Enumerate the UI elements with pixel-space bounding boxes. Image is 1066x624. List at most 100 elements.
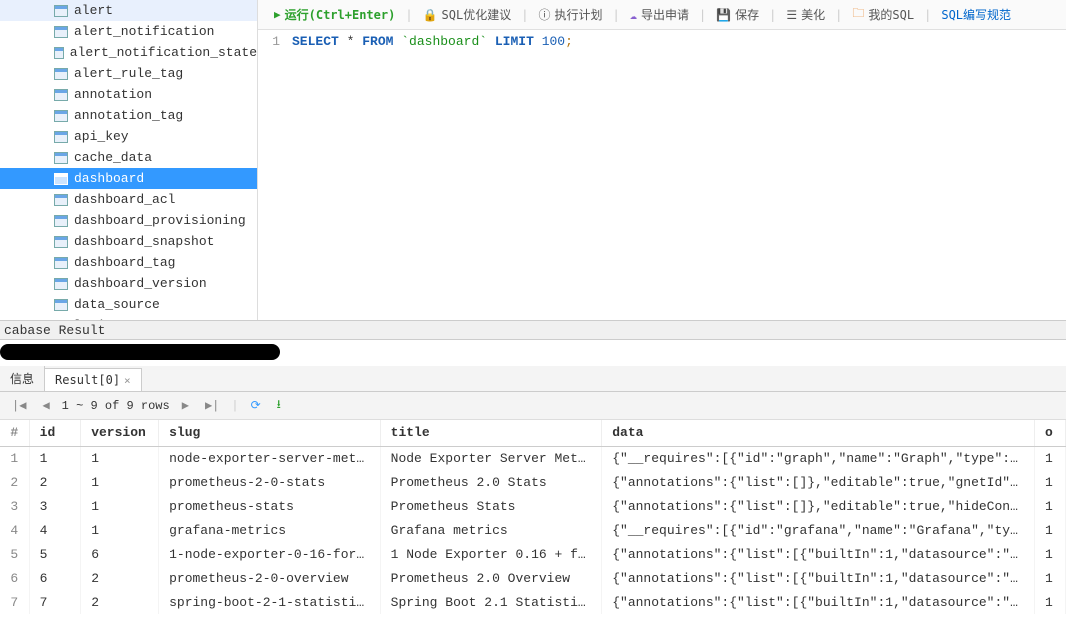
table-row[interactable]: 111node-exporter-server-metricsNode Expo… bbox=[0, 446, 1066, 470]
column-header-title[interactable]: title bbox=[380, 420, 602, 446]
table-row[interactable]: 331prometheus-statsPrometheus Stats{"ann… bbox=[0, 494, 1066, 518]
cell[interactable]: {"annotations":{"list":[{"builtIn":1,"da… bbox=[602, 566, 1035, 590]
cell[interactable]: 2 bbox=[81, 590, 159, 614]
beautify-button[interactable]: ☰ 美化 bbox=[778, 3, 833, 26]
tab-info[interactable]: 信息 bbox=[0, 365, 45, 391]
table-item-dashboard_snapshot[interactable]: dashboard_snapshot bbox=[0, 231, 257, 252]
cell[interactable]: {"annotations":{"list":[{"builtIn":1,"da… bbox=[602, 542, 1035, 566]
table-row[interactable]: 662prometheus-2-0-overviewPrometheus 2.0… bbox=[0, 566, 1066, 590]
cell[interactable]: 1 Node Exporter 0.16 + for P… bbox=[380, 542, 602, 566]
cell[interactable]: 7 bbox=[29, 590, 81, 614]
column-header-slug[interactable]: slug bbox=[159, 420, 381, 446]
table-item-alert_notification_state[interactable]: alert_notification_state bbox=[0, 42, 257, 63]
table-item-alert[interactable]: alert bbox=[0, 0, 257, 21]
cell[interactable]: 3 bbox=[0, 494, 29, 518]
cell[interactable]: 1 bbox=[1035, 518, 1066, 542]
cell[interactable]: 2 bbox=[81, 566, 159, 590]
cell[interactable]: 6 bbox=[81, 542, 159, 566]
my-sql-button[interactable]: 🗀 我的SQL bbox=[844, 1, 922, 28]
cell[interactable]: 7 bbox=[0, 590, 29, 614]
cell[interactable]: 1 bbox=[81, 470, 159, 494]
cell[interactable]: 5 bbox=[0, 542, 29, 566]
sql-suggestion-button[interactable]: 🔒 SQL优化建议 bbox=[415, 3, 520, 26]
cell[interactable]: 1 bbox=[1035, 590, 1066, 614]
cell[interactable]: 1 bbox=[29, 446, 81, 470]
table-item-annotation[interactable]: annotation bbox=[0, 84, 257, 105]
table-tree[interactable]: alertalert_notificationalert_notificatio… bbox=[0, 0, 258, 320]
cell[interactable]: 2 bbox=[0, 470, 29, 494]
pager-last-button[interactable]: ▶| bbox=[201, 398, 223, 413]
table-item-annotation_tag[interactable]: annotation_tag bbox=[0, 105, 257, 126]
cell[interactable]: Grafana metrics bbox=[380, 518, 602, 542]
export-apply-button[interactable]: ☁ 导出申请 bbox=[622, 3, 697, 26]
cell[interactable]: 5 bbox=[29, 542, 81, 566]
cell[interactable]: {"annotations":{"list":[]},"editable":tr… bbox=[602, 494, 1035, 518]
cell[interactable]: {"__requires":[{"id":"grafana","name":"G… bbox=[602, 518, 1035, 542]
column-header-o[interactable]: o bbox=[1035, 420, 1066, 446]
cell[interactable]: Node Exporter Server Metrics bbox=[380, 446, 602, 470]
cell[interactable]: {"annotations":{"list":[]},"editable":tr… bbox=[602, 470, 1035, 494]
cell[interactable]: 1 bbox=[1035, 446, 1066, 470]
cell[interactable]: {"__requires":[{"id":"graph","name":"Gra… bbox=[602, 446, 1035, 470]
separator: | bbox=[610, 8, 621, 22]
table-item-data_source[interactable]: data_source bbox=[0, 294, 257, 315]
table-item-alert_rule_tag[interactable]: alert_rule_tag bbox=[0, 63, 257, 84]
cell[interactable]: Prometheus 2.0 Overview bbox=[380, 566, 602, 590]
table-item-dashboard[interactable]: dashboard bbox=[0, 168, 257, 189]
column-header-id[interactable]: id bbox=[29, 420, 81, 446]
table-item-alert_notification[interactable]: alert_notification bbox=[0, 21, 257, 42]
table-row[interactable]: 221prometheus-2-0-statsPrometheus 2.0 St… bbox=[0, 470, 1066, 494]
cell[interactable]: 1-node-exporter-0-16-for-pro… bbox=[159, 542, 381, 566]
table-row[interactable]: 5561-node-exporter-0-16-for-pro…1 Node E… bbox=[0, 542, 1066, 566]
column-header-version[interactable]: version bbox=[81, 420, 159, 446]
cell[interactable]: 1 bbox=[81, 518, 159, 542]
column-header-rownum[interactable]: # bbox=[0, 420, 29, 446]
download-button[interactable]: ⭳ bbox=[273, 395, 285, 416]
cell[interactable]: {"annotations":{"list":[{"builtIn":1,"da… bbox=[602, 590, 1035, 614]
cell[interactable]: prometheus-stats bbox=[159, 494, 381, 518]
cell[interactable]: 3 bbox=[29, 494, 81, 518]
save-button[interactable]: 💾 保存 bbox=[708, 3, 767, 26]
tab-result[interactable]: Result[0] × bbox=[44, 368, 142, 391]
exec-plan-button[interactable]: ⓘ 执行计划 bbox=[530, 3, 610, 26]
table-item-cache_data[interactable]: cache_data bbox=[0, 147, 257, 168]
close-icon[interactable]: × bbox=[124, 374, 131, 387]
cell[interactable]: 4 bbox=[0, 518, 29, 542]
table-item-api_key[interactable]: api_key bbox=[0, 126, 257, 147]
refresh-button[interactable]: ⟳ bbox=[247, 398, 265, 413]
cell[interactable]: 1 bbox=[1035, 542, 1066, 566]
result-grid[interactable]: #idversionslugtitledatao 111node-exporte… bbox=[0, 420, 1066, 624]
cell[interactable]: grafana-metrics bbox=[159, 518, 381, 542]
cell[interactable]: 2 bbox=[29, 470, 81, 494]
table-item-dashboard_acl[interactable]: dashboard_acl bbox=[0, 189, 257, 210]
table-row[interactable]: 772spring-boot-2-1-statisticsSpring Boot… bbox=[0, 590, 1066, 614]
sql-editor[interactable]: 1 SELECT * FROM `dashboard` LIMIT 100; bbox=[258, 30, 1066, 320]
table-item-dashboard_tag[interactable]: dashboard_tag bbox=[0, 252, 257, 273]
cell[interactable]: Prometheus 2.0 Stats bbox=[380, 470, 602, 494]
cell[interactable]: spring-boot-2-1-statistics bbox=[159, 590, 381, 614]
cell[interactable]: 6 bbox=[0, 566, 29, 590]
cell[interactable]: prometheus-2-0-overview bbox=[159, 566, 381, 590]
cell[interactable]: Prometheus Stats bbox=[380, 494, 602, 518]
pager-first-button[interactable]: |◀ bbox=[8, 398, 30, 413]
cell[interactable]: 6 bbox=[29, 566, 81, 590]
code-line[interactable]: SELECT * FROM `dashboard` LIMIT 100; bbox=[288, 34, 573, 320]
run-button[interactable]: ▶ 运行(Ctrl+Enter) bbox=[266, 3, 403, 26]
cell[interactable]: 1 bbox=[81, 494, 159, 518]
cell[interactable]: 4 bbox=[29, 518, 81, 542]
cell[interactable]: Spring Boot 2.1 Statistics bbox=[380, 590, 602, 614]
sql-spec-link[interactable]: SQL编写规范 bbox=[933, 3, 1019, 26]
cell[interactable]: 1 bbox=[1035, 494, 1066, 518]
cell[interactable]: node-exporter-server-metrics bbox=[159, 446, 381, 470]
pager-next-button[interactable]: ▶ bbox=[178, 398, 193, 413]
cell[interactable]: 1 bbox=[1035, 470, 1066, 494]
cell[interactable]: 1 bbox=[0, 446, 29, 470]
table-row[interactable]: 441grafana-metricsGrafana metrics{"__req… bbox=[0, 518, 1066, 542]
table-item-dashboard_version[interactable]: dashboard_version bbox=[0, 273, 257, 294]
cell[interactable]: 1 bbox=[1035, 566, 1066, 590]
cell[interactable]: 1 bbox=[81, 446, 159, 470]
table-item-dashboard_provisioning[interactable]: dashboard_provisioning bbox=[0, 210, 257, 231]
cell[interactable]: prometheus-2-0-stats bbox=[159, 470, 381, 494]
pager-prev-button[interactable]: ◀ bbox=[38, 398, 53, 413]
column-header-data[interactable]: data bbox=[602, 420, 1035, 446]
